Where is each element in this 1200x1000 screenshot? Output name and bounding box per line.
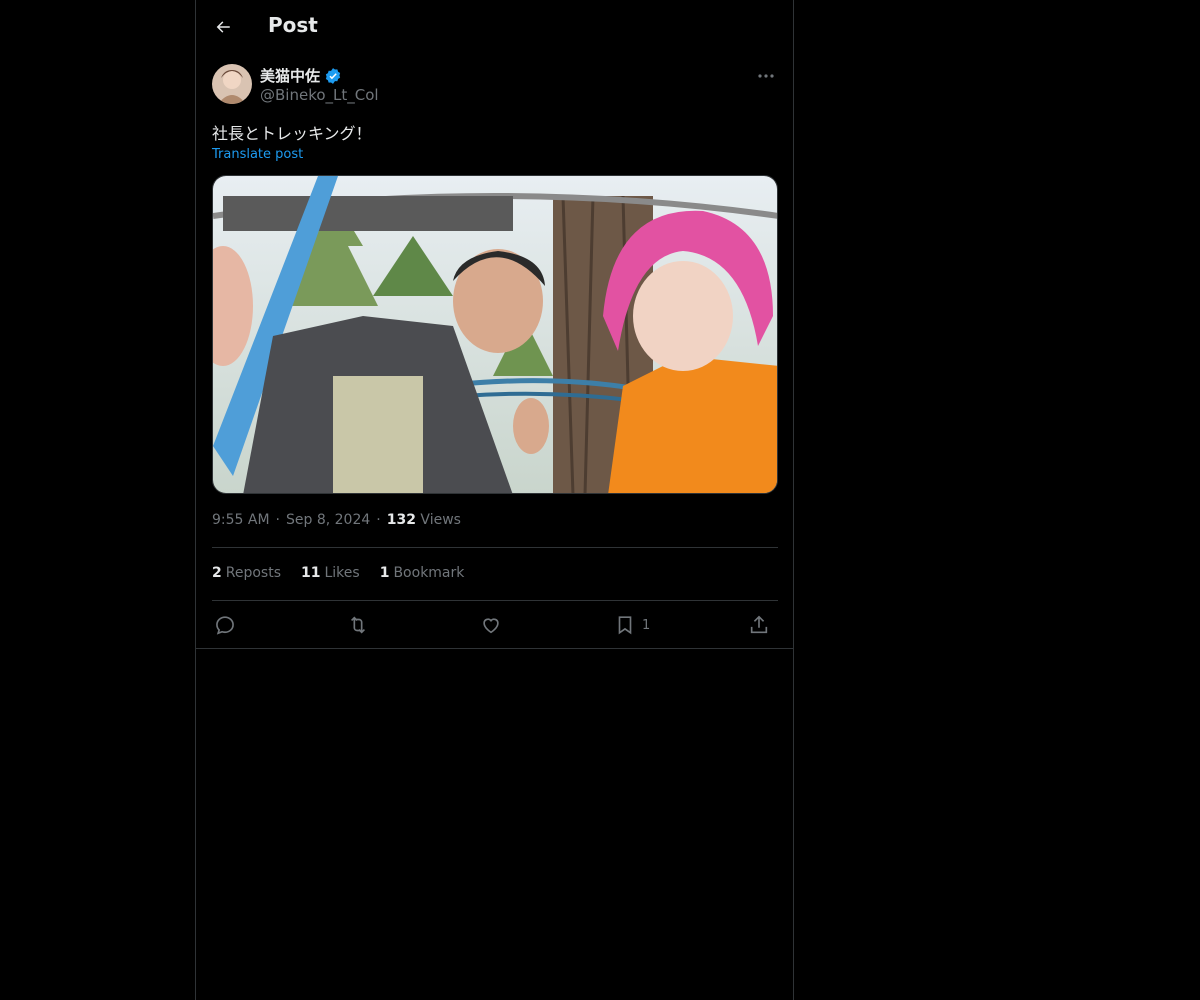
back-button[interactable]	[210, 14, 236, 40]
display-name[interactable]: 美猫中佐	[260, 65, 320, 86]
action-bar: 1	[212, 612, 778, 638]
share-button[interactable]	[748, 612, 770, 638]
translate-post-link[interactable]: Translate post	[212, 147, 303, 162]
post-stats: 2 Reposts 11 Likes 1 Bookmark	[212, 565, 464, 581]
handle[interactable]: @Bineko_Lt_Col	[260, 86, 379, 104]
repost-button[interactable]	[346, 612, 370, 638]
more-options-button[interactable]	[754, 66, 778, 86]
repost-icon	[350, 616, 366, 634]
arrow-left-icon	[216, 21, 230, 33]
share-icon	[750, 615, 768, 634]
like-button[interactable]	[480, 612, 502, 638]
name-row: 美猫中佐	[260, 65, 342, 86]
views-count: 132	[386, 512, 416, 528]
reply-button[interactable]	[214, 612, 236, 638]
divider	[212, 547, 778, 548]
more-horizontal-icon	[758, 74, 774, 78]
views: 132 Views	[387, 512, 461, 528]
bookmark-button[interactable]: 1	[614, 612, 650, 638]
meta-separator: ·	[376, 512, 381, 528]
post-time[interactable]: 9:55 AM	[212, 512, 270, 528]
top-bar: Post	[196, 0, 795, 53]
views-label: Views	[420, 512, 461, 528]
bottom-divider	[196, 648, 793, 649]
post-date[interactable]: Sep 8, 2024	[286, 512, 370, 528]
post-column: Post 美猫中佐 @Bineko_Lt_Col 社長とトレッキング！ Tran…	[195, 0, 794, 1000]
bookmarks-label: Bookmark	[393, 565, 465, 581]
verified-badge-icon	[325, 67, 341, 84]
meta-separator: ·	[275, 512, 280, 528]
reply-icon	[216, 616, 234, 635]
bookmarks-stat[interactable]: 1 Bookmark	[380, 565, 465, 581]
reposts-label: Reposts	[225, 565, 281, 581]
bookmark-icon	[618, 616, 632, 635]
page-title: Post	[268, 13, 318, 37]
post-image[interactable]	[212, 175, 778, 494]
likes-stat[interactable]: 11 Likes	[301, 565, 360, 581]
likes-label: Likes	[324, 565, 360, 581]
avatar[interactable]	[212, 64, 252, 104]
bookmarks-count: 1	[379, 565, 390, 581]
bookmark-count: 1	[642, 617, 651, 633]
likes-count: 11	[301, 565, 321, 581]
reposts-stat[interactable]: 2 Reposts	[212, 565, 281, 581]
divider	[212, 600, 778, 601]
post-meta: 9:55 AM · Sep 8, 2024 · 132 Views	[212, 512, 461, 528]
reposts-count: 2	[212, 565, 222, 581]
post-author: 美猫中佐 @Bineko_Lt_Col	[212, 64, 778, 108]
heart-icon	[483, 618, 499, 634]
post-text: 社長とトレッキング！	[212, 124, 372, 143]
